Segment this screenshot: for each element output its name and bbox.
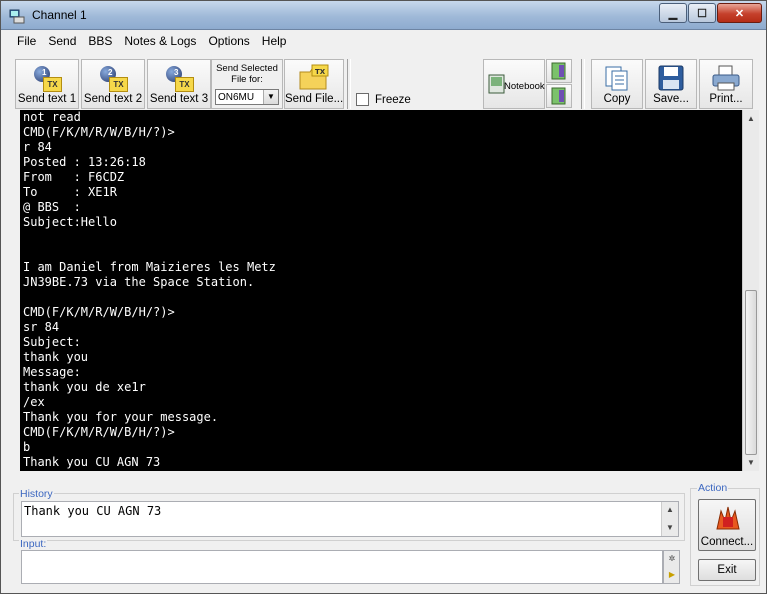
maximize-icon: ☐ (697, 7, 707, 20)
toolbar: 1 TX Send text 1 2 TX Send text 2 3 TX Send… (9, 57, 761, 111)
floppy-disk-icon (658, 65, 684, 91)
scroll-down-icon[interactable]: ▼ (743, 454, 759, 471)
minimize-icon: ▁ (668, 7, 678, 20)
chevron-down-icon: ▼ (263, 90, 278, 104)
window-title: Channel 1 (32, 8, 87, 22)
send-text-1-button[interactable]: 1 TX Send text 1 (15, 59, 79, 109)
scroll-thumb[interactable] (745, 290, 757, 455)
input-field[interactable] (21, 550, 663, 584)
send-text-2-button[interactable]: 2 TX Send text 2 (81, 59, 145, 109)
close-icon: ✕ (734, 7, 745, 20)
terminal-text: not read CMD(F/K/M/R/W/B/H/?)> r 84 Post… (23, 110, 276, 469)
menu-notes-logs[interactable]: Notes & Logs (118, 30, 202, 52)
notebook-up-button[interactable] (546, 59, 572, 83)
history-label: History (19, 488, 54, 500)
sparkle-icon: ✲ (668, 554, 676, 563)
send-selected-label: Send Selected File for: (216, 63, 278, 85)
callsign-select[interactable]: ON6MU ▼ (215, 89, 279, 105)
svg-text:TX: TX (315, 68, 326, 76)
close-button[interactable]: ✕ (717, 3, 762, 23)
exit-button[interactable]: Exit (698, 559, 756, 581)
send-file-button[interactable]: TX Send File... (284, 59, 344, 109)
maximize-button[interactable]: ☐ (688, 3, 716, 23)
menu-options[interactable]: Options (202, 30, 255, 52)
book-icon (551, 87, 566, 105)
menu-file[interactable]: File (1, 30, 42, 52)
connect-button[interactable]: Connect... (698, 499, 756, 551)
satellite-tx-icon: 1 TX (32, 64, 62, 92)
history-box[interactable]: Thank you CU AGN 73 ▲ ▼ (21, 501, 679, 537)
send-text-3-button[interactable]: 3 TX Send text 3 (147, 59, 211, 109)
connect-icon (716, 506, 740, 530)
satellite-tx-icon: 2 TX (98, 64, 128, 92)
menu-help[interactable]: Help (256, 30, 293, 52)
terminal-scrollbar[interactable]: ▲ ▼ (742, 110, 759, 471)
toolbar-divider (347, 59, 351, 109)
history-text: Thank you CU AGN 73 (24, 504, 162, 518)
minimize-button[interactable]: ▁ (659, 3, 687, 23)
terminal-output[interactable]: not read CMD(F/K/M/R/W/B/H/?)> r 84 Post… (20, 110, 742, 471)
menu-send[interactable]: Send (42, 30, 82, 52)
satellite-tx-icon: 3 TX (164, 64, 194, 92)
channel-window: Channel 1 ▁ ☐ ✕ File Send BBS Notes & Lo… (0, 0, 767, 594)
app-icon (9, 9, 25, 24)
folder-tx-icon: TX (299, 64, 329, 90)
play-icon[interactable]: ▶ (664, 567, 680, 583)
action-label: Action (697, 482, 729, 494)
scroll-down-icon[interactable]: ▼ (662, 520, 678, 536)
copy-button[interactable]: Copy (591, 59, 643, 109)
toolbar-divider (581, 59, 585, 109)
notebook-button[interactable]: Notebook (483, 59, 545, 109)
copy-icon (605, 66, 628, 91)
history-scrollbar[interactable]: ▲ ▼ (661, 502, 678, 536)
printer-icon (712, 65, 740, 91)
scroll-up-icon[interactable]: ▲ (743, 110, 759, 127)
input-label: Input: (19, 538, 48, 550)
freeze-checkbox[interactable]: Freeze (356, 93, 411, 106)
menu-bar: File Send BBS Notes & Logs Options Help (1, 30, 766, 52)
title-bar[interactable]: Channel 1 ▁ ☐ ✕ (1, 1, 766, 30)
checkbox-box (356, 93, 369, 106)
book-icon (551, 62, 566, 80)
notebook-down-button[interactable] (546, 84, 572, 108)
menu-bbs[interactable]: BBS (82, 30, 118, 52)
send-selected-group: Send Selected File for: ON6MU ▼ (211, 59, 283, 109)
print-button[interactable]: Print... (699, 59, 753, 109)
save-button[interactable]: Save... (645, 59, 697, 109)
input-scrollbar[interactable]: ✲ ▶ (663, 550, 680, 584)
scroll-up-icon[interactable]: ▲ (662, 502, 678, 518)
